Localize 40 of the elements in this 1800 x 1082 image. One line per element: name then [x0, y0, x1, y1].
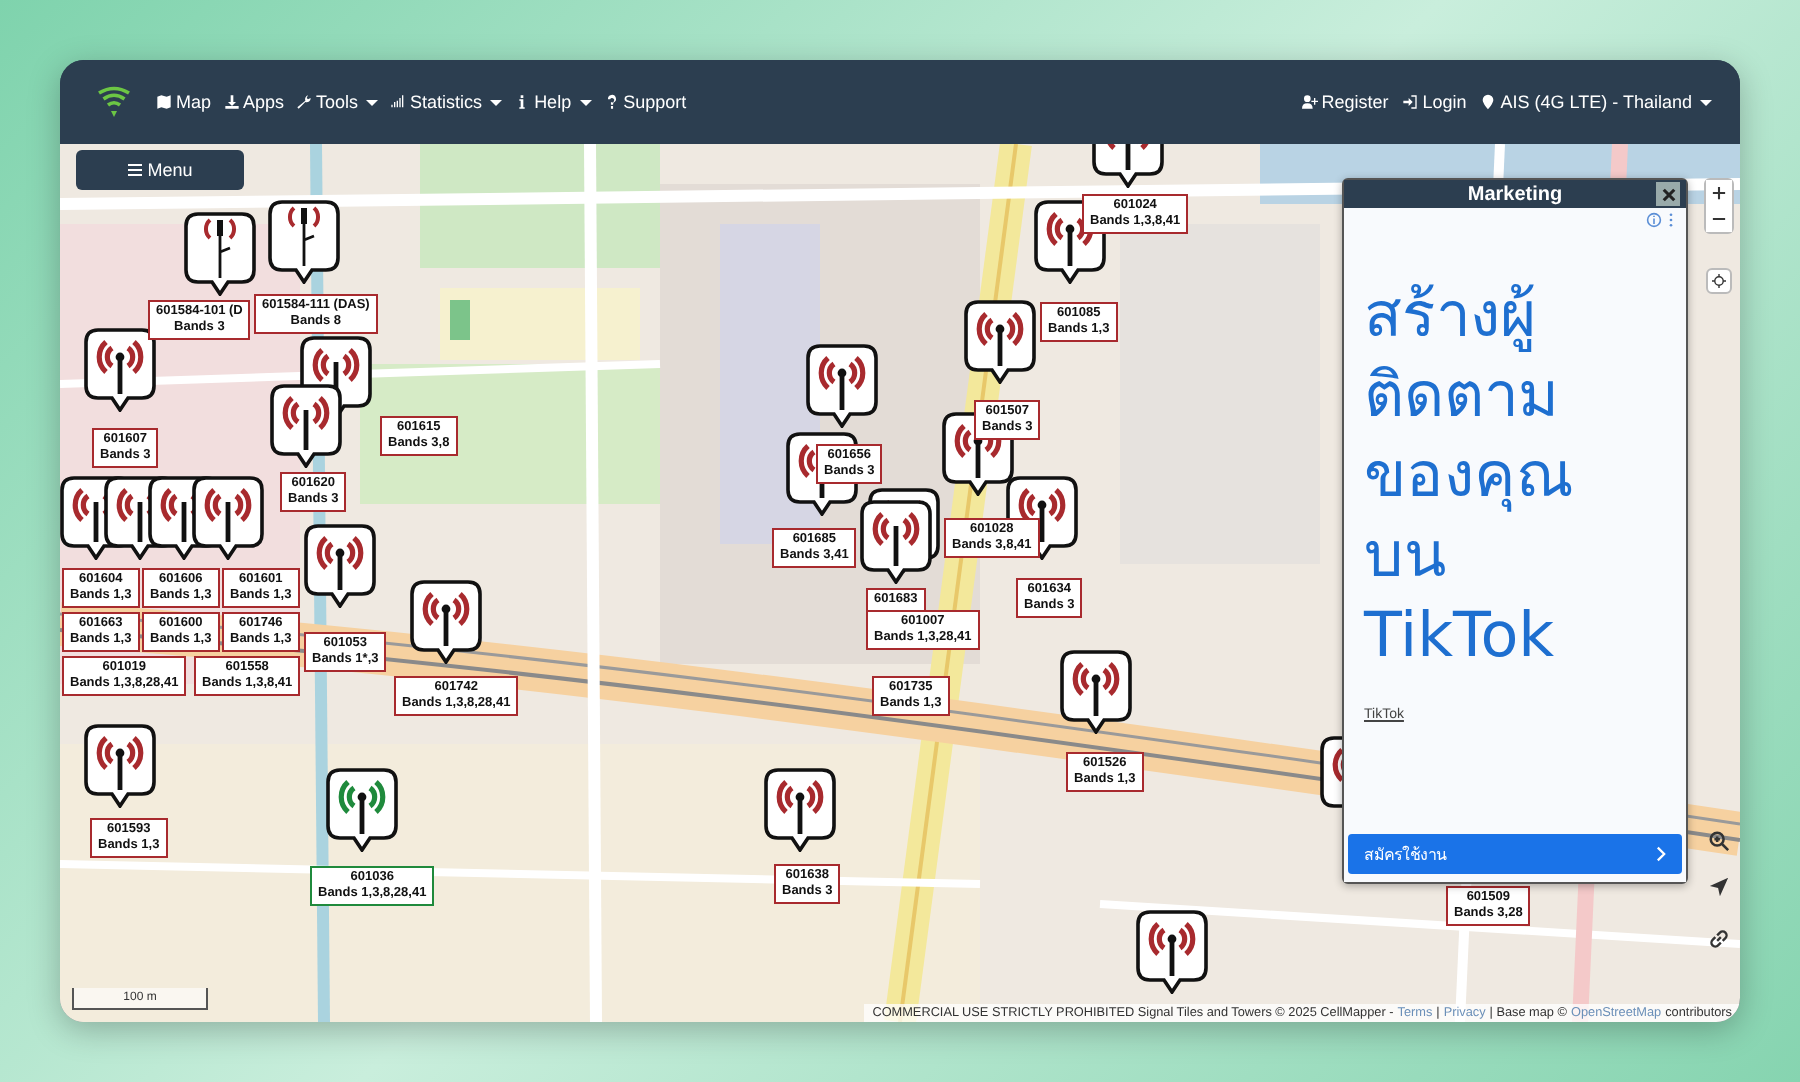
- crosshair-icon: [1712, 274, 1726, 288]
- sign-in-icon: [1402, 94, 1419, 110]
- chevron-right-icon: [1656, 846, 1666, 862]
- stacked-tower-markers-drawing[interactable]: [60, 476, 264, 560]
- link-icon[interactable]: [1708, 928, 1730, 950]
- panel-title: Marketing: [1467, 183, 1563, 205]
- wrench-icon: [296, 94, 313, 110]
- nav-link[interactable]: Register: [1301, 92, 1389, 112]
- plus-icon: [1712, 186, 1726, 200]
- stacked-tower-markers-drawing[interactable]: [270, 336, 374, 468]
- zoom-in-button[interactable]: [1706, 180, 1732, 206]
- info-icon[interactable]: [1646, 212, 1662, 228]
- close-icon: [1661, 187, 1675, 201]
- nav-link[interactable]: Statistics: [390, 92, 503, 112]
- nav-link[interactable]: Login: [1402, 92, 1467, 112]
- map-icon: [156, 94, 172, 110]
- close-button[interactable]: [1656, 182, 1680, 206]
- more-options-icon[interactable]: [1668, 212, 1674, 228]
- ad-headline: สร้างผู้ ติดตาม ของคุณ บน TikTok: [1364, 278, 1576, 676]
- minus-icon: [1712, 212, 1726, 226]
- nav-link[interactable]: Help: [514, 92, 592, 112]
- info-icon: [514, 94, 531, 110]
- question-icon: [603, 94, 620, 110]
- nav-link[interactable]: Support: [603, 92, 687, 112]
- user-plus-icon: [1301, 94, 1318, 110]
- nav-link[interactable]: AIS (4G LTE) - Thailand: [1480, 92, 1712, 112]
- navigation-arrow-icon[interactable]: [1708, 876, 1730, 898]
- sign-up-button[interactable]: สมัครใช้งาน: [1348, 834, 1682, 874]
- nav-link[interactable]: Tools: [296, 92, 379, 112]
- zoom-search-icon[interactable]: [1708, 830, 1730, 852]
- menu-icon: [127, 164, 142, 176]
- menu-button[interactable]: Menu: [76, 150, 244, 190]
- stacked-tower-markers-drawing[interactable]: [860, 488, 940, 584]
- nav-link[interactable]: Map: [156, 92, 212, 112]
- nav-link[interactable]: Apps: [223, 92, 285, 112]
- signal-bars-icon: [390, 94, 407, 110]
- map-pin-icon: [1480, 94, 1497, 110]
- locate-button[interactable]: [1706, 268, 1732, 294]
- download-icon: [223, 94, 240, 110]
- signal-logo-icon[interactable]: [96, 84, 132, 120]
